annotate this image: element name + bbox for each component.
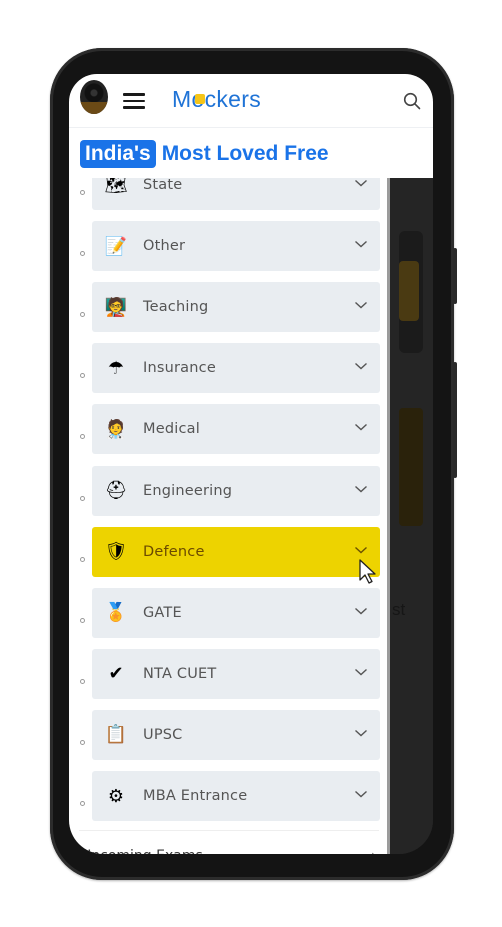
- bullet-icon: [80, 556, 85, 562]
- chevron-down-icon[interactable]: [354, 361, 368, 371]
- background-promo-card: [399, 408, 423, 526]
- india-map-icon: 🗺: [104, 178, 128, 196]
- hardhat-gear-icon: ⛑: [104, 480, 128, 501]
- camera-icon: [80, 80, 108, 114]
- hero-text: Most Loved Free: [161, 142, 329, 165]
- bullet-icon: [80, 495, 85, 501]
- drawer-item-nta-cuet[interactable]: ✔ NTA CUET: [69, 648, 387, 701]
- category-button[interactable]: 📝 Other: [92, 221, 380, 272]
- drawer-item-state[interactable]: 🗺 State: [69, 178, 387, 212]
- mouse-cursor-icon: [359, 559, 376, 584]
- category-label: UPSC: [143, 726, 183, 743]
- chevron-down-icon[interactable]: [354, 422, 368, 432]
- chevron-down-icon[interactable]: [354, 239, 368, 249]
- drawer-item-engineering[interactable]: ⛑ Engineering: [69, 465, 387, 518]
- power-button: [453, 362, 457, 478]
- drawer-item-teaching[interactable]: 🧑‍🏫 Teaching: [69, 282, 387, 334]
- category-button[interactable]: 📋 UPSC: [92, 709, 380, 760]
- category-label: MBA Entrance: [143, 788, 248, 804]
- drawer-item-medical[interactable]: 🧑‍⚕️ Medical: [69, 404, 387, 456]
- chevron-down-icon[interactable]: [354, 545, 368, 555]
- background-image-card: [399, 231, 423, 353]
- doctor-icon: 🧑‍⚕️: [104, 418, 128, 440]
- bullet-icon: [80, 373, 85, 379]
- notepad-icon: 📝: [104, 235, 128, 257]
- check-circle-icon: ✔: [108, 663, 124, 685]
- category-label: NTA CUET: [143, 665, 217, 682]
- drawer-item-mba-entrance[interactable]: ⚙ MBA Entrance: [69, 771, 387, 823]
- category-label: GATE: [143, 604, 182, 621]
- drawer-item-other[interactable]: 📝 Other: [69, 221, 387, 273]
- bullet-icon: [80, 434, 85, 440]
- bullet-icon: [80, 617, 85, 623]
- gate-medal-icon: 🏅: [104, 602, 128, 624]
- bullet-icon: [80, 739, 85, 745]
- category-label: Medical: [143, 421, 200, 438]
- chevron-down-icon[interactable]: [354, 300, 368, 310]
- category-label: Other: [143, 238, 186, 255]
- category-label: Insurance: [143, 360, 216, 377]
- divider: [79, 830, 379, 831]
- category-button[interactable]: 🧑‍🏫 Teaching: [92, 282, 380, 333]
- hero-highlight: India's: [80, 140, 156, 168]
- category-label: Teaching: [143, 299, 209, 316]
- drawer-item-gate[interactable]: 🏅 GATE: [69, 587, 387, 640]
- hamburger-icon[interactable]: [123, 93, 145, 109]
- umbrella-icon: ☂: [107, 357, 125, 379]
- category-button[interactable]: ✔ NTA CUET: [92, 648, 380, 699]
- category-button[interactable]: 🛡 Defence: [92, 526, 380, 577]
- category-label: Defence: [143, 543, 205, 560]
- category-button[interactable]: 🧑‍⚕️ Medical: [92, 404, 380, 455]
- logo-check-icon: o: [191, 86, 206, 113]
- category-button[interactable]: ⛑ Engineering: [92, 465, 380, 516]
- bullet-icon: [80, 312, 85, 318]
- category-drawer: Upcoming Exams › 🗺 State 📝 Other 🧑‍🏫 Teaching…: [69, 178, 390, 854]
- phone-screen: st Mockers India's Most Loved Free Upcom…: [69, 74, 433, 854]
- bullet-icon: [80, 801, 85, 806]
- teacher-icon: 🧑‍🏫: [104, 296, 128, 318]
- mockers-logo[interactable]: Mockers: [172, 86, 261, 113]
- search-icon[interactable]: [403, 92, 421, 110]
- drawer-item-insurance[interactable]: ☂ Insurance: [69, 343, 387, 395]
- category-button[interactable]: 🏅 GATE: [92, 587, 380, 638]
- chevron-down-icon[interactable]: [354, 606, 368, 616]
- volume-button: [453, 248, 457, 304]
- bullet-icon: [80, 251, 85, 257]
- drawer-item-upsc[interactable]: 📋 UPSC: [69, 709, 387, 762]
- chevron-down-icon[interactable]: [354, 178, 368, 188]
- upcoming-exams-link[interactable]: Upcoming Exams: [81, 848, 203, 854]
- category-label: Engineering: [143, 482, 233, 499]
- gear-hand-icon: ⚙: [107, 785, 125, 807]
- category-label: State: [143, 178, 183, 193]
- bullet-icon: [80, 678, 85, 684]
- category-button[interactable]: ⚙ MBA Entrance: [92, 771, 380, 821]
- bullet-icon: [80, 190, 85, 195]
- chevron-down-icon[interactable]: [354, 789, 368, 799]
- background-heading: st: [392, 600, 406, 619]
- category-button[interactable]: 🗺 State: [92, 178, 380, 210]
- chevron-down-icon[interactable]: [354, 728, 368, 738]
- chevron-right-icon: ›: [371, 848, 377, 854]
- category-button[interactable]: ☂ Insurance: [92, 343, 380, 394]
- chevron-down-icon[interactable]: [354, 667, 368, 677]
- badge-shield-icon: 🛡: [104, 541, 128, 563]
- hero-heading: India's Most Loved Free: [80, 140, 329, 168]
- clipboard-icon: 📋: [104, 724, 128, 746]
- chevron-down-icon[interactable]: [354, 484, 368, 494]
- app-header: Mockers: [69, 74, 433, 128]
- drawer-item-defence[interactable]: 🛡 Defence: [69, 526, 387, 579]
